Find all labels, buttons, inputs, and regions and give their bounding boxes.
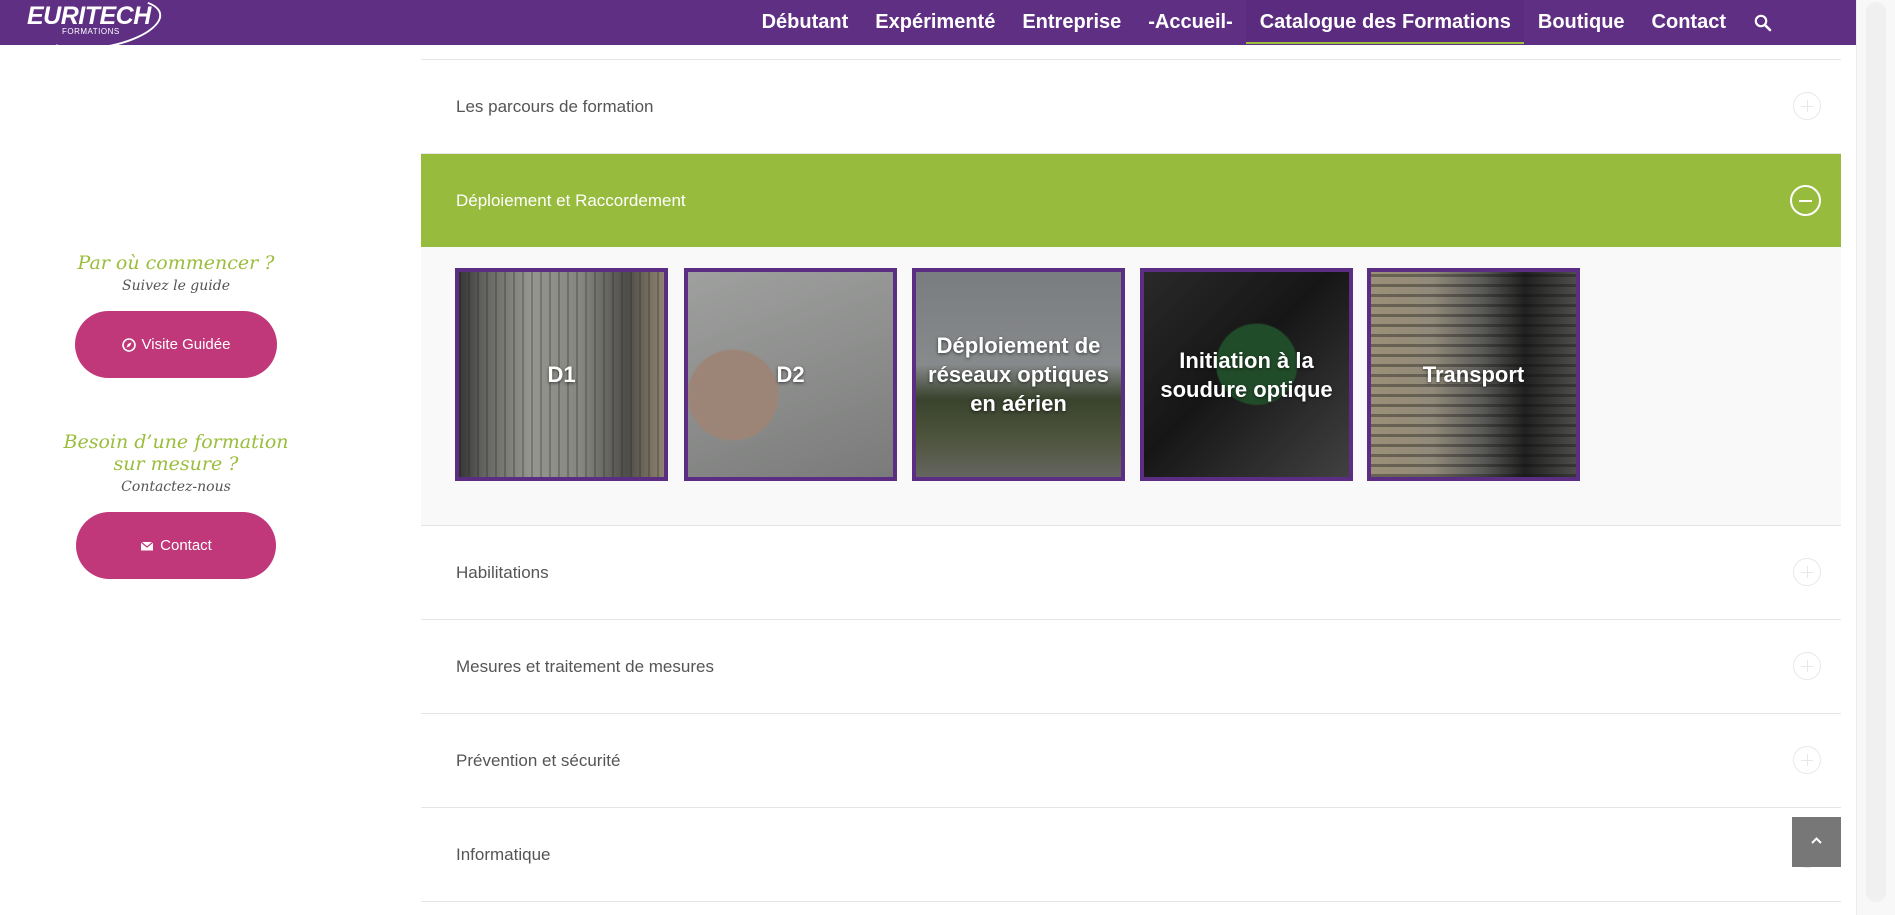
- custom-training-title: Besoin d’une formation sur mesure ?: [63, 431, 289, 475]
- custom-training-block: Besoin d’une formation sur mesure ? Cont…: [0, 431, 352, 495]
- card-title: Initiation à la soudure optique: [1160, 347, 1333, 402]
- card-title: D1: [547, 362, 576, 387]
- accordion-label: Déploiement et Raccordement: [456, 191, 686, 210]
- course-card-d2[interactable]: D2: [684, 268, 897, 481]
- guide-block: Par où commencer ? Suivez le guide: [0, 252, 352, 294]
- accordion-label: Habilitations: [456, 563, 549, 582]
- plus-icon: [1793, 652, 1821, 680]
- plus-icon: [1793, 746, 1821, 774]
- accordion-label: Mesures et traitement de mesures: [456, 657, 714, 676]
- back-to-top-button[interactable]: [1792, 817, 1841, 867]
- main-nav: Débutant Expérimenté Entreprise -Accueil…: [748, 0, 1786, 45]
- contact-button[interactable]: Contact: [76, 512, 276, 579]
- card-title: Transport: [1422, 362, 1525, 387]
- scrollbar-thumb[interactable]: [1866, 2, 1886, 902]
- site-logo[interactable]: EURITECH FORMATIONS: [22, 0, 166, 59]
- accordion-label: Les parcours de formation: [456, 97, 654, 116]
- accordion-parcours[interactable]: Les parcours de formation: [421, 60, 1841, 154]
- accordion-label: Informatique: [456, 845, 551, 864]
- course-card-soudure[interactable]: Initiation à la soudure optique: [1140, 268, 1353, 481]
- guide-subtitle: Suivez le guide: [121, 278, 231, 294]
- chevron-up-icon: [1811, 837, 1822, 844]
- plus-icon: [1793, 92, 1821, 120]
- guide-title: Par où commencer ?: [77, 252, 275, 274]
- mail-icon: [140, 541, 154, 550]
- accordion-deploiement[interactable]: Déploiement et Raccordement: [421, 154, 1841, 247]
- accordion-prevention[interactable]: Prévention et sécurité: [421, 714, 1841, 808]
- contact-button-label: Contact: [160, 537, 212, 554]
- logo-subtext: FORMATIONS: [62, 27, 120, 36]
- card-title: D2: [776, 362, 805, 387]
- site-header: EURITECH FORMATIONS Débutant Expérimenté…: [0, 0, 1856, 59]
- accordion-mesures[interactable]: Mesures et traitement de mesures: [421, 620, 1841, 714]
- nav-entreprise[interactable]: Entreprise: [1009, 0, 1135, 45]
- plus-icon: [1793, 558, 1821, 586]
- search-icon[interactable]: [1754, 14, 1772, 32]
- custom-training-subtitle: Contactez-nous: [121, 479, 231, 495]
- accordion-informatique[interactable]: Informatique: [421, 808, 1841, 902]
- minus-icon: [1790, 185, 1821, 216]
- course-card-d1[interactable]: D1: [455, 268, 668, 481]
- accordion-label: Prévention et sécurité: [456, 751, 621, 770]
- visite-guidee-button[interactable]: Visite Guidée: [75, 311, 277, 378]
- nav-experimente[interactable]: Expérimenté: [862, 0, 1009, 45]
- nav-accueil[interactable]: -Accueil-: [1135, 0, 1246, 45]
- visite-guidee-label: Visite Guidée: [141, 336, 231, 353]
- compass-icon: [121, 337, 136, 352]
- page-scrollbar[interactable]: [1856, 0, 1895, 915]
- accordion-habilitations[interactable]: Habilitations: [421, 526, 1841, 620]
- card-title: Déploiement de réseaux optiques en aérie…: [928, 333, 1109, 416]
- nav-debutant[interactable]: Débutant: [748, 0, 862, 45]
- nav-catalogue[interactable]: Catalogue des Formations: [1246, 0, 1525, 44]
- nav-boutique[interactable]: Boutique: [1524, 0, 1638, 45]
- course-card-aerien[interactable]: Déploiement de réseaux optiques en aérie…: [912, 268, 1125, 481]
- course-card-transport[interactable]: Transport: [1367, 268, 1580, 481]
